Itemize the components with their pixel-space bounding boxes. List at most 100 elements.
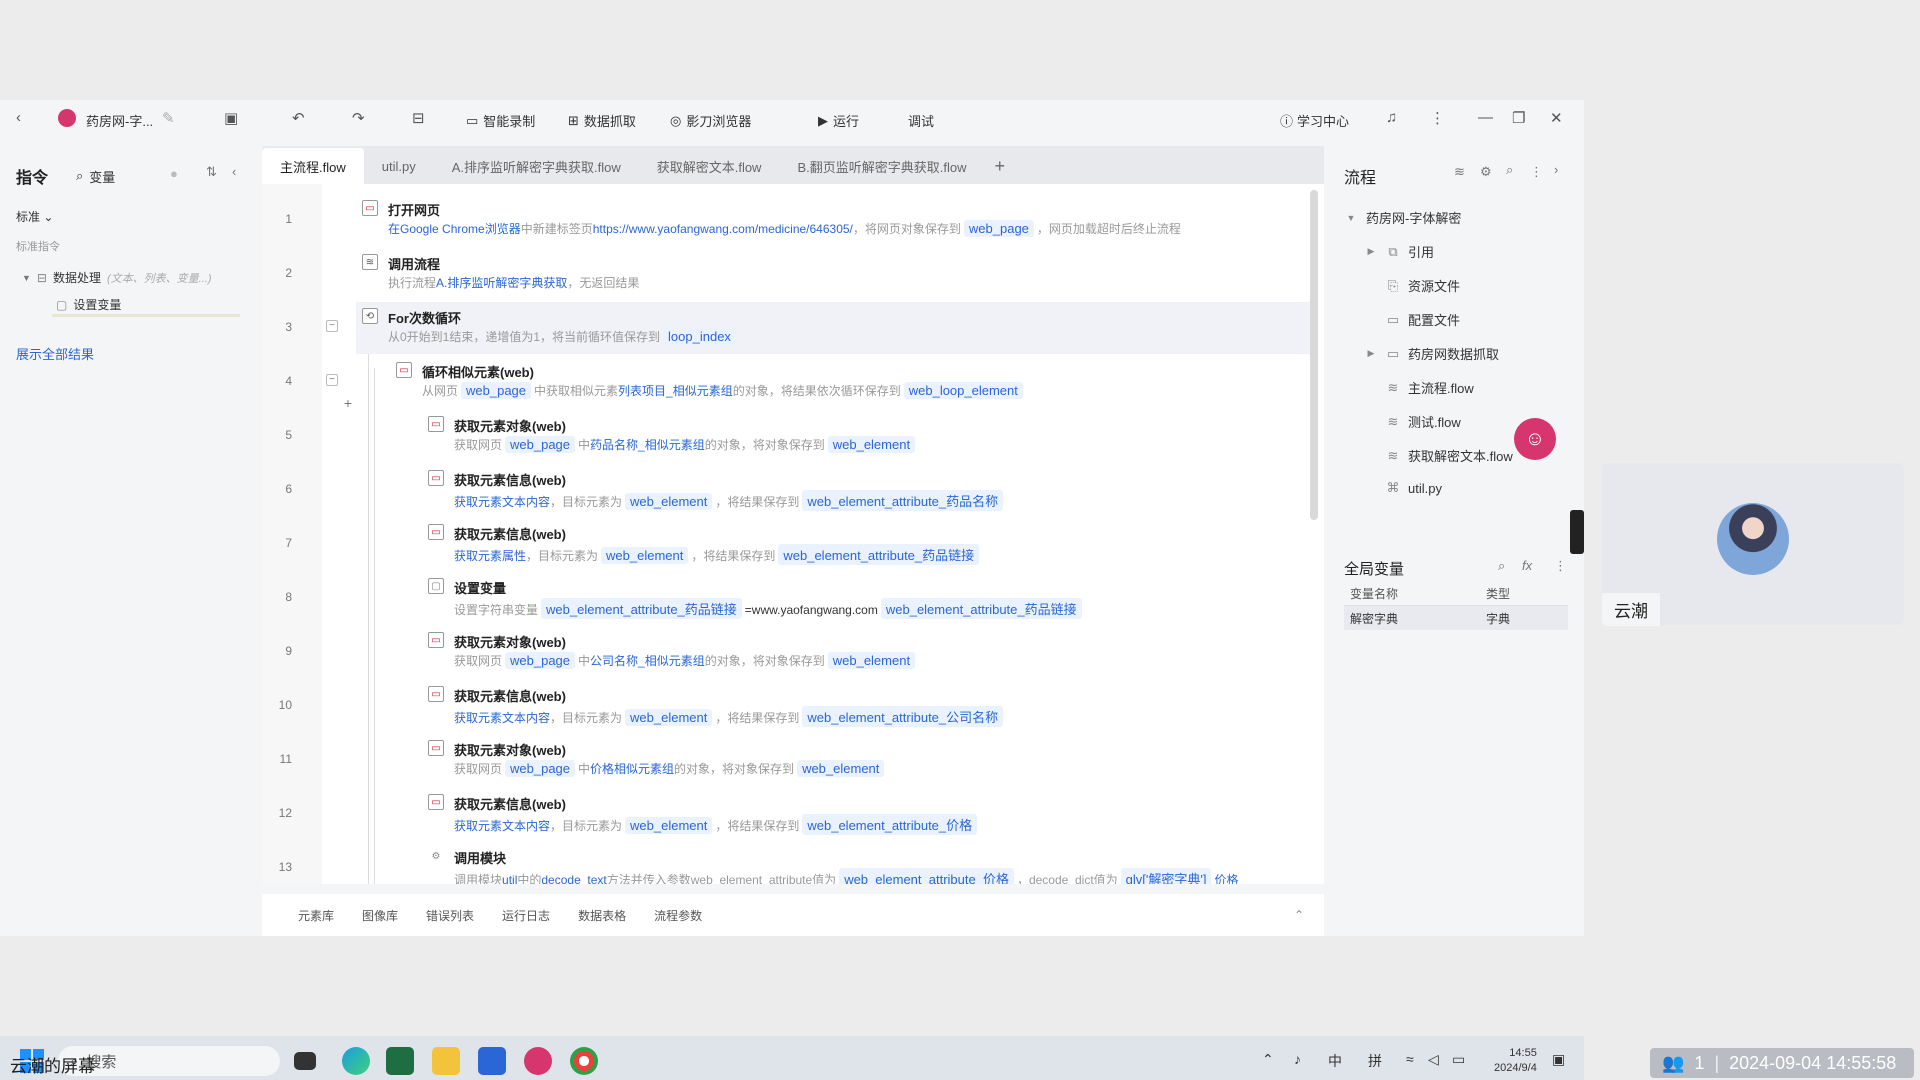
save-icon[interactable]: ▣ [224, 109, 238, 127]
add-flow-icon[interactable]: ≋ [1454, 164, 1465, 180]
tab-element-library[interactable]: 元素库 [298, 907, 334, 924]
step-get-element-info[interactable]: ▭ 获取元素信息(web) 获取元素文本内容，目标元素为 web_element，… [428, 464, 1314, 516]
notification-icon[interactable]: ▣ [1552, 1051, 1565, 1068]
microphone-icon[interactable]: ♪ [1294, 1051, 1301, 1067]
format-icon[interactable]: ⊟ [412, 109, 425, 127]
variables-tab[interactable]: ⌕ 变量 [76, 167, 115, 186]
function-icon[interactable]: fx [1522, 558, 1532, 573]
step-call-flow[interactable]: ≋ 调用流程 执行流程A.排序监听解密字典获取，无返回结果 [362, 248, 1314, 300]
ime-chinese[interactable]: 中 [1328, 1051, 1342, 1071]
tree-item-util-py[interactable]: ⌘ util.py [1386, 480, 1442, 496]
tab-data-table[interactable]: 数据表格 [578, 907, 626, 924]
edge-browser-icon[interactable] [342, 1047, 370, 1075]
collapse-panel-icon[interactable]: ‹ [232, 164, 236, 179]
chevron-right-icon[interactable]: › [1554, 162, 1558, 177]
side-handle[interactable] [1570, 510, 1584, 554]
tab-decode-flow[interactable]: 获取解密文本.flow [639, 148, 780, 184]
step-open-webpage[interactable]: ▭ 打开网页 在Google Chrome浏览器中新建标签页https://ww… [362, 194, 1314, 246]
tree-root[interactable]: ▼ 药房网-字体解密 [1344, 208, 1462, 227]
chrome-icon[interactable] [570, 1047, 598, 1075]
tree-item-data-processing[interactable]: ▼ ⊟ 数据处理 (文本、列表、变量...) [22, 269, 212, 286]
variable-icon: ▢ [56, 297, 68, 312]
data-scrape-button[interactable]: ⊞ 数据抓取 [568, 111, 636, 130]
mute-icon[interactable]: ◁ [1428, 1051, 1439, 1068]
task-view-icon[interactable] [294, 1052, 316, 1070]
commands-tab[interactable]: 指令 [16, 164, 48, 188]
step-set-variable[interactable]: ▢ 设置变量 设置字符串变量 web_element_attribute_药品链接… [428, 572, 1314, 624]
tree-item-main-flow[interactable]: ≋ 主流程.flow [1386, 378, 1474, 397]
tree-item-decode-flow[interactable]: ≋ 获取解密文本.flow [1386, 446, 1513, 465]
more-icon[interactable]: ⋮ [1430, 109, 1445, 127]
search-icon[interactable]: ⌕ [1498, 558, 1505, 574]
step-call-module[interactable]: ⚙ 调用模块 调用模块util中的decode_text方法并传入参数web_e… [428, 842, 1314, 884]
edit-icon[interactable]: ✎ [162, 109, 175, 127]
yingdao-app-icon[interactable] [524, 1047, 552, 1075]
meeting-status-bar: 👥 1 | 2024-09-04 14:55:58 [1650, 1048, 1914, 1078]
tab-util-py[interactable]: util.py [364, 148, 434, 184]
tree-item-set-variable[interactable]: ▢ 设置变量 [52, 295, 240, 317]
command-panel: 指令 ⌕ 变量 ● ⇅ ‹ 标准 ⌄ 标准指令 ▼ ⊟ 数据处理 (文本、列表、变… [0, 150, 255, 936]
step-get-element-info[interactable]: ▭ 获取元素信息(web) 获取元素属性，目标元素为 web_element ，将结… [428, 518, 1314, 570]
settings-icon[interactable]: ⚙ [1480, 164, 1492, 180]
tree-item-scrape-folder[interactable]: ▶ ▭ 药房网数据抓取 [1364, 344, 1499, 363]
more-icon[interactable]: ⋮ [1530, 164, 1543, 180]
step-loop-similar-elements[interactable]: ▭ 循环相似元素(web) 从网页 web_page 中获取相似元素列表项目_相似元… [396, 356, 1314, 408]
step-for-loop[interactable]: ⟲ For次数循环 从0开始到1结束，递增值为1，将当前循环值保存到 loop_i… [356, 302, 1314, 354]
tree-item-resources[interactable]: ⎘ 资源文件 [1386, 276, 1460, 295]
ime-pinyin[interactable]: 拼 [1368, 1051, 1382, 1071]
debug-button[interactable]: 调试 [908, 111, 934, 130]
tab-b-flow[interactable]: B.翻页监听解密字典获取.flow [779, 148, 984, 184]
file-explorer-icon[interactable] [432, 1047, 460, 1075]
step-get-element-info[interactable]: ▭ 获取元素信息(web) 获取元素文本内容，目标元素为 web_element，… [428, 680, 1314, 732]
project-name[interactable]: 药房网-字... [86, 111, 153, 130]
undo-icon[interactable]: ↶ [292, 109, 305, 127]
variable-icon: ▢ [428, 578, 444, 594]
sort-icon[interactable]: ⇅ [206, 164, 217, 180]
step-get-element-object[interactable]: ▭ 获取元素对象(web) 获取网页 web_page 中价格相似元素组的对象，将对… [428, 734, 1314, 786]
mail-icon[interactable] [478, 1047, 506, 1075]
battery-icon[interactable]: ▭ [1452, 1051, 1465, 1068]
show-all-results-link[interactable]: 展示全部结果 [16, 344, 94, 363]
folder-icon: ▭ [1386, 345, 1400, 361]
back-arrow-icon[interactable]: ‹ [16, 109, 21, 126]
tree-item-config[interactable]: ▭ 配置文件 [1386, 310, 1460, 329]
assistant-bubble-icon[interactable]: ☺ [1514, 418, 1556, 460]
tab-main-flow[interactable]: 主流程.flow [262, 148, 364, 184]
bell-icon[interactable]: ♫ [1386, 109, 1397, 126]
restore-icon[interactable]: ❐ [1512, 109, 1525, 127]
run-button[interactable]: ▶ 运行 [818, 111, 859, 130]
excel-icon[interactable] [386, 1047, 414, 1075]
chevron-up-icon[interactable]: ⌃ [1262, 1051, 1274, 1068]
redo-icon[interactable]: ↷ [352, 109, 365, 127]
browser-button[interactable]: ◎ 影刀浏览器 [670, 111, 751, 130]
tab-image-library[interactable]: 图像库 [362, 907, 398, 924]
minimize-icon[interactable]: — [1478, 109, 1493, 126]
tab-a-flow[interactable]: A.排序监听解密字典获取.flow [434, 148, 639, 184]
smart-record-button[interactable]: ▭ 智能录制 [466, 111, 535, 130]
add-step-icon[interactable]: + [342, 396, 354, 410]
tab-run-log[interactable]: 运行日志 [502, 907, 550, 924]
line-gutter [262, 184, 322, 884]
tree-item-test-flow[interactable]: ≋ 测试.flow [1386, 412, 1461, 431]
collapse-toggle[interactable]: − [326, 374, 338, 386]
wifi-icon[interactable]: ≈ [1406, 1051, 1414, 1067]
learning-center-button[interactable]: ⓘ 学习中心 [1280, 111, 1349, 130]
chevron-up-icon[interactable]: ⌃ [1294, 908, 1304, 922]
close-icon[interactable]: ✕ [1550, 109, 1563, 127]
module-icon: ⚙ [428, 848, 444, 864]
step-get-element-object[interactable]: ▭ 获取元素对象(web) 获取网页 web_page 中药品名称_相似元素组的对象… [428, 410, 1314, 462]
more-icon[interactable]: ⋮ [1554, 558, 1567, 574]
tab-flow-params[interactable]: 流程参数 [654, 907, 702, 924]
search-icon[interactable]: ⌕ [1506, 162, 1513, 178]
step-get-element-object[interactable]: ▭ 获取元素对象(web) 获取网页 web_page 中公司名称_相似元素组的对象… [428, 626, 1314, 678]
step-get-element-info[interactable]: ▭ 获取元素信息(web) 获取元素文本内容，目标元素为 web_element，… [428, 788, 1314, 840]
clock[interactable]: 14:55 2024/9/4 [1494, 1046, 1537, 1076]
mode-select[interactable]: 标准 ⌄ [16, 208, 53, 225]
collapse-toggle[interactable]: − [326, 320, 338, 332]
add-tab-icon[interactable]: + [994, 148, 1005, 184]
editor-scrollbar[interactable] [1310, 190, 1318, 520]
tree-item-reference[interactable]: ▶ ⧉ 引用 [1364, 242, 1434, 261]
table-row[interactable]: 解密字典 字典 [1344, 606, 1568, 630]
top-toolbar: ‹ 药房网-字... ✎ ▣ ↶ ↷ ⊟ ▭ 智能录制 ⊞ 数据抓取 ◎ 影刀浏览器 … [0, 100, 1584, 138]
tab-error-list[interactable]: 错误列表 [426, 907, 474, 924]
